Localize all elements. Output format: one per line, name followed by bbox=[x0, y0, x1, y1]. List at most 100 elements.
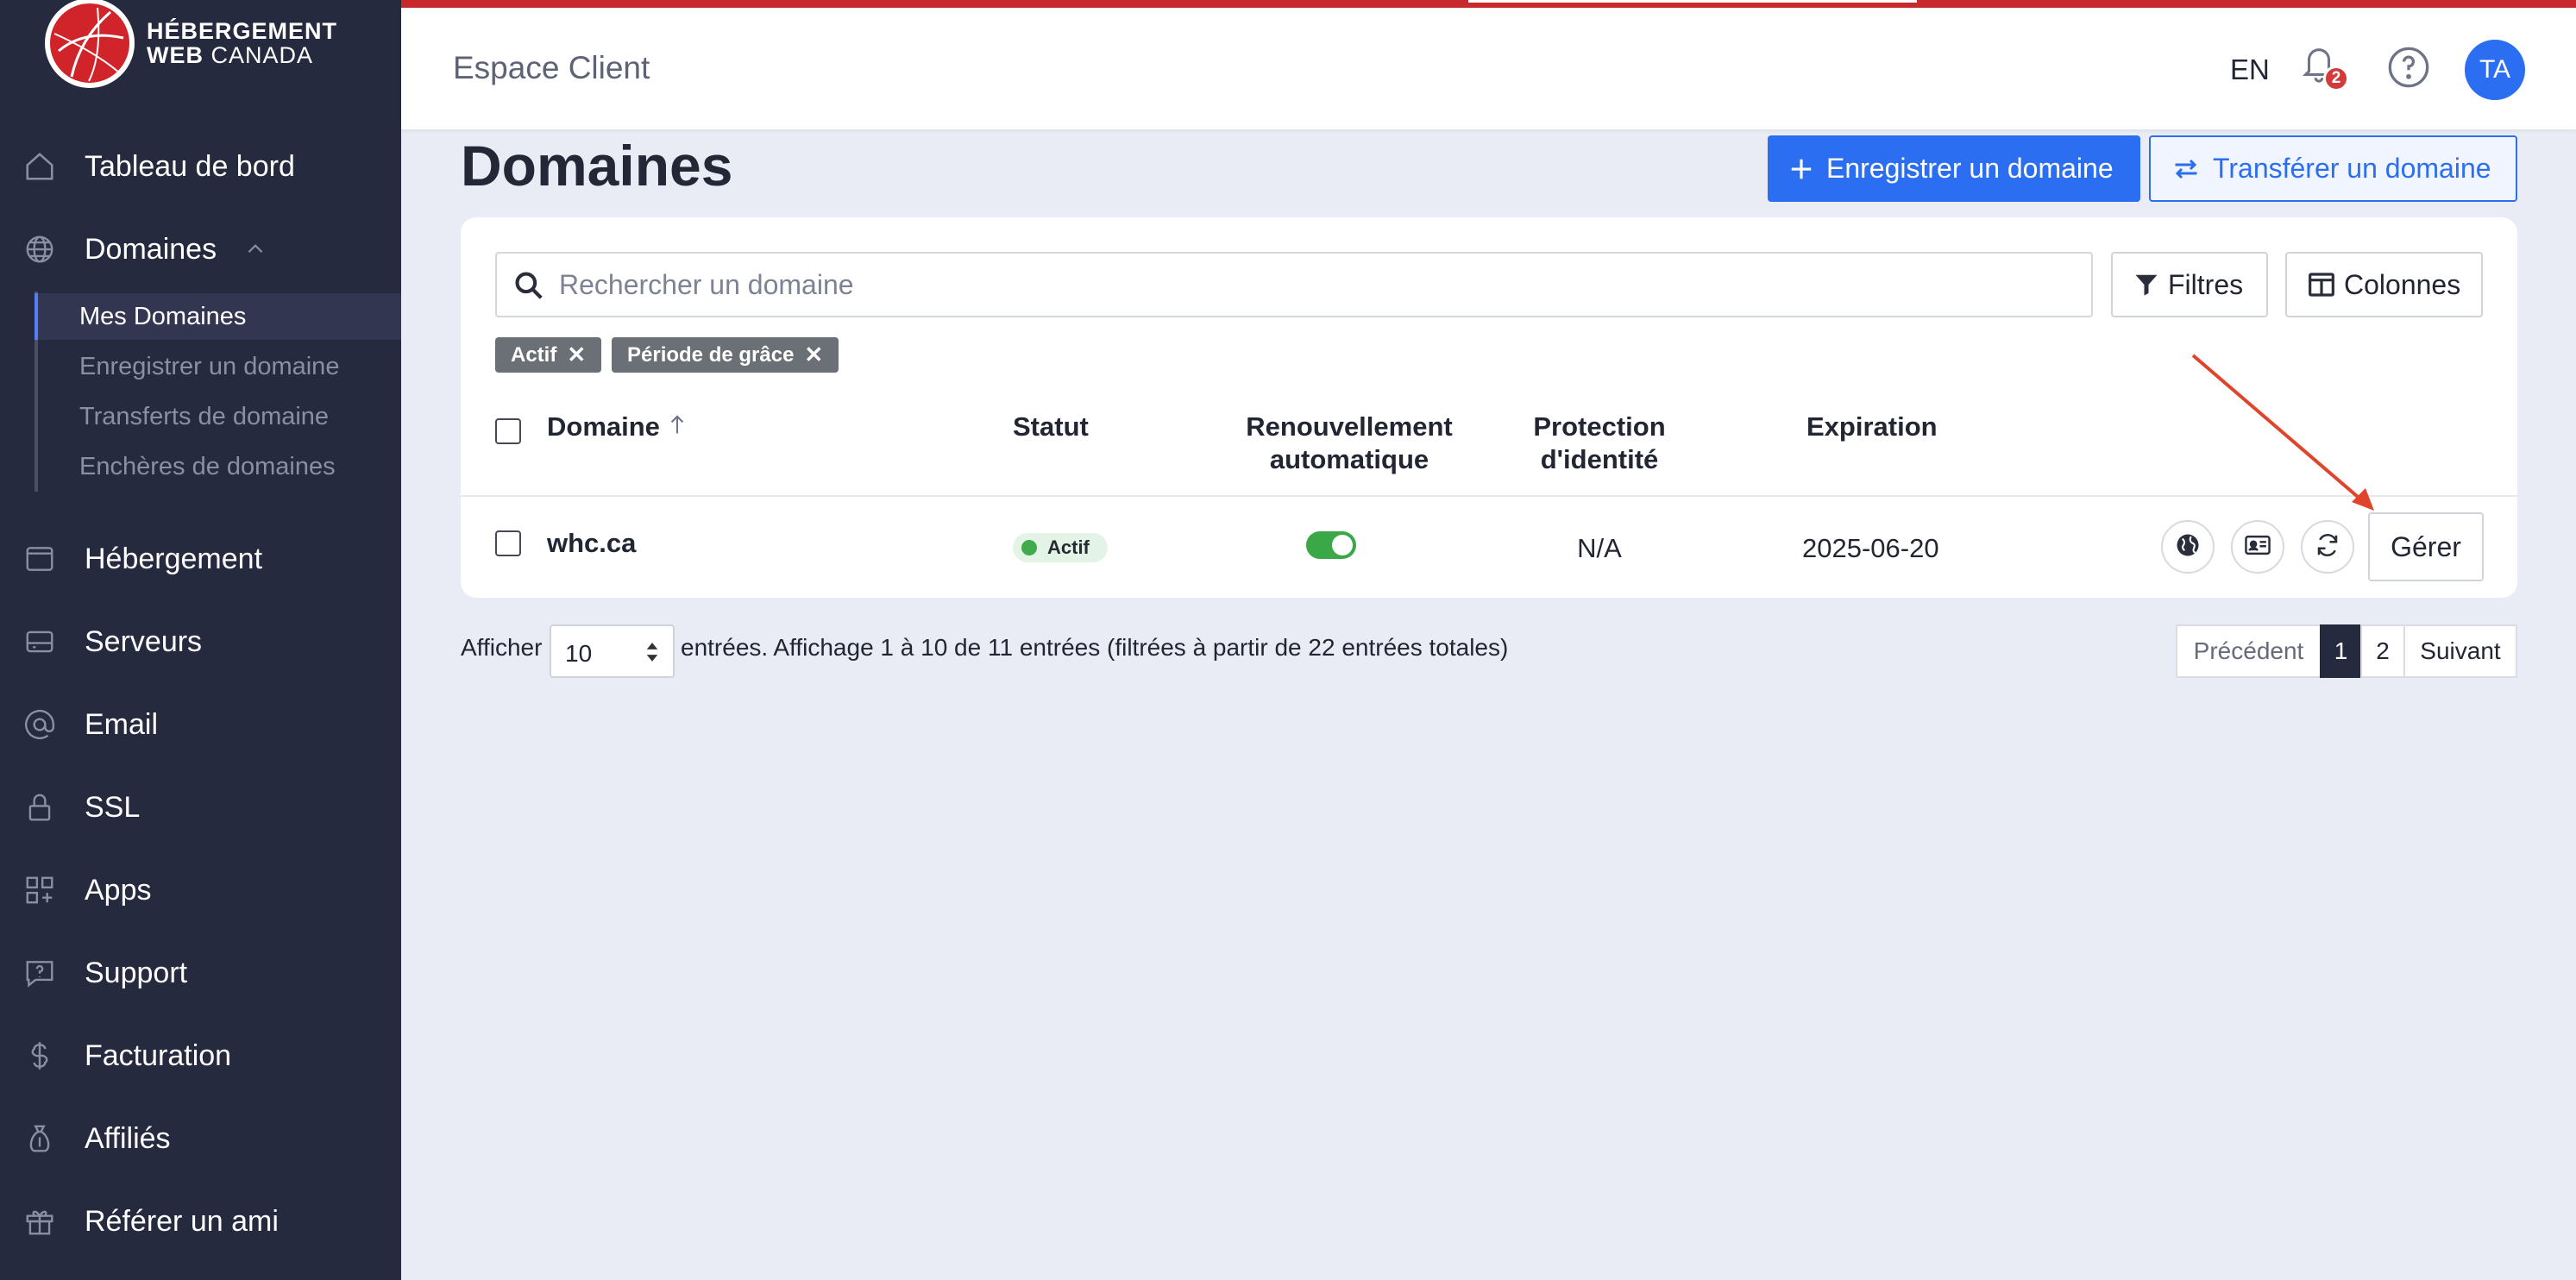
money-bag-icon bbox=[22, 1121, 57, 1156]
gift-icon bbox=[22, 1204, 57, 1239]
sidebar-item-billing[interactable]: Facturation bbox=[0, 1026, 401, 1086]
sidebar-item-hosting[interactable]: Hébergement bbox=[0, 529, 401, 589]
brand-name: HÉBERGEMENT WEB CANADA bbox=[147, 19, 337, 67]
annotation-arrow bbox=[2191, 354, 2381, 518]
dns-globe-button[interactable] bbox=[2161, 520, 2215, 574]
globe-icon bbox=[22, 232, 57, 267]
pagination-page-2[interactable]: 2 bbox=[2360, 624, 2405, 678]
page-size-label: Afficher bbox=[461, 634, 543, 661]
sidebar-item-label: Email bbox=[85, 707, 159, 741]
top-accent-highlight bbox=[1468, 0, 1917, 3]
search-box bbox=[495, 252, 2093, 317]
close-icon[interactable]: ✕ bbox=[804, 342, 823, 368]
filters-button[interactable]: Filtres bbox=[2111, 252, 2268, 317]
sidebar-item-refer-friend[interactable]: Référer un ami bbox=[0, 1191, 401, 1252]
filters-label: Filtres bbox=[2168, 268, 2244, 300]
filter-chip-grace-period[interactable]: Période de grâce ✕ bbox=[612, 337, 839, 373]
sidebar-item-support[interactable]: Support bbox=[0, 943, 401, 1003]
entries-info: entrées. Affichage 1 à 10 de 11 entrées … bbox=[681, 634, 1509, 661]
close-icon[interactable]: ✕ bbox=[567, 342, 586, 368]
language-switcher[interactable]: EN bbox=[2230, 53, 2270, 86]
column-header-privacy[interactable]: Protection d'identité bbox=[1479, 411, 1720, 476]
pagination-previous[interactable]: Précédent bbox=[2176, 624, 2322, 678]
sidebar-item-ssl[interactable]: SSL bbox=[0, 777, 401, 838]
sidebar-item-label: Apps bbox=[85, 873, 152, 907]
brand-line1: HÉBERGEMENT bbox=[147, 18, 338, 44]
sidebar-item-apps[interactable]: Apps bbox=[0, 860, 401, 920]
submenu-item-register-domain[interactable]: Enregistrer un domaine bbox=[35, 343, 401, 390]
sidebar-item-label: Facturation bbox=[85, 1038, 232, 1072]
register-domain-button[interactable]: Enregistrer un domaine bbox=[1768, 135, 2140, 202]
renew-button[interactable] bbox=[2301, 520, 2354, 574]
refresh-icon bbox=[2315, 532, 2340, 562]
columns-label: Colonnes bbox=[2344, 268, 2461, 300]
sidebar-item-email[interactable]: Email bbox=[0, 694, 401, 755]
column-header-expiration[interactable]: Expiration bbox=[1806, 411, 1938, 443]
filter-chip-label: Période de grâce bbox=[627, 342, 795, 367]
submenu-item-domain-transfers[interactable]: Transferts de domaine bbox=[35, 393, 401, 440]
transfer-domain-button[interactable]: Transférer un domaine bbox=[2149, 135, 2517, 202]
header-title: Espace Client bbox=[453, 50, 650, 85]
brand-line2-rest: CANADA bbox=[204, 42, 314, 68]
home-icon bbox=[22, 149, 57, 184]
toggle-knob bbox=[1332, 535, 1353, 555]
at-sign-icon bbox=[22, 707, 57, 742]
pagination-page-1[interactable]: 1 bbox=[2320, 624, 2362, 678]
status-label: Actif bbox=[1047, 536, 1090, 558]
sidebar-item-servers[interactable]: Serveurs bbox=[0, 612, 401, 672]
submenu-item-domain-auctions[interactable]: Enchères de domaines bbox=[35, 443, 401, 490]
status-dot bbox=[1021, 540, 1037, 555]
page-size-select[interactable]: 10 bbox=[550, 624, 675, 678]
avatar[interactable]: TA bbox=[2465, 40, 2525, 100]
row-checkbox[interactable] bbox=[495, 530, 521, 556]
submenu-item-my-domains[interactable]: Mes Domaines bbox=[35, 293, 401, 340]
filter-icon bbox=[2133, 272, 2159, 298]
brand-logo[interactable]: HÉBERGEMENT WEB CANADA bbox=[45, 0, 337, 88]
register-domain-label: Enregistrer un domaine bbox=[1826, 153, 2114, 184]
column-header-domain[interactable]: Domaine bbox=[547, 411, 687, 443]
sidebar: HÉBERGEMENT WEB CANADA Tableau de bord D… bbox=[0, 0, 401, 1280]
search-input[interactable] bbox=[557, 262, 2076, 307]
chevron-up-icon[interactable] bbox=[244, 238, 267, 265]
submenu-item-label: Transferts de domaine bbox=[79, 402, 330, 430]
question-chat-icon bbox=[22, 956, 57, 990]
browser-window-icon bbox=[22, 542, 57, 576]
domain-name[interactable]: whc.ca bbox=[547, 528, 636, 559]
submenu-item-label: Enchères de domaines bbox=[79, 452, 336, 480]
pagination-next[interactable]: Suivant bbox=[2403, 624, 2517, 678]
sidebar-item-domains[interactable]: Domaines bbox=[0, 219, 401, 279]
select-arrows-icon bbox=[644, 640, 661, 668]
filter-chip-active[interactable]: Actif ✕ bbox=[495, 337, 602, 373]
lock-icon bbox=[22, 790, 57, 825]
sidebar-item-affiliates[interactable]: Affiliés bbox=[0, 1108, 401, 1169]
transfer-domain-label: Transférer un domaine bbox=[2213, 153, 2491, 184]
submenu-item-label: Enregistrer un domaine bbox=[79, 352, 340, 380]
id-card-icon bbox=[2244, 533, 2271, 562]
sidebar-item-label: Serveurs bbox=[85, 624, 203, 658]
dollar-icon bbox=[22, 1038, 57, 1073]
page-size-value: 10 bbox=[565, 640, 593, 667]
sidebar-item-dashboard[interactable]: Tableau de bord bbox=[0, 136, 401, 197]
columns-button[interactable]: Colonnes bbox=[2285, 252, 2483, 317]
privacy-value: N/A bbox=[1577, 533, 1622, 563]
column-header-privacy-line1: Protection bbox=[1533, 411, 1666, 442]
brand-line2: WEB CANADA bbox=[147, 43, 337, 67]
column-header-status[interactable]: Statut bbox=[1013, 411, 1089, 443]
filter-chip-label: Actif bbox=[511, 342, 557, 367]
help-icon[interactable] bbox=[2386, 45, 2431, 94]
active-indicator bbox=[35, 293, 38, 340]
contact-card-button[interactable] bbox=[2231, 520, 2284, 574]
select-all-checkbox[interactable] bbox=[495, 418, 521, 444]
top-header: Espace Client EN 2 TA bbox=[401, 0, 2576, 129]
expiration-date: 2025-06-20 bbox=[1802, 533, 1939, 563]
sidebar-item-label: Domaines bbox=[85, 232, 217, 266]
page-title: Domaines bbox=[461, 134, 733, 198]
apps-grid-icon bbox=[22, 873, 57, 907]
status-badge: Actif bbox=[1013, 533, 1108, 562]
column-header-privacy-line2: d'identité bbox=[1540, 444, 1659, 474]
sidebar-item-label: Hébergement bbox=[85, 542, 263, 575]
sort-ascending-icon[interactable] bbox=[668, 411, 687, 442]
column-header-auto-renew[interactable]: Renouvellement automatique bbox=[1220, 411, 1479, 476]
manage-button[interactable]: Gérer bbox=[2368, 512, 2484, 581]
auto-renew-toggle[interactable] bbox=[1306, 531, 1356, 559]
